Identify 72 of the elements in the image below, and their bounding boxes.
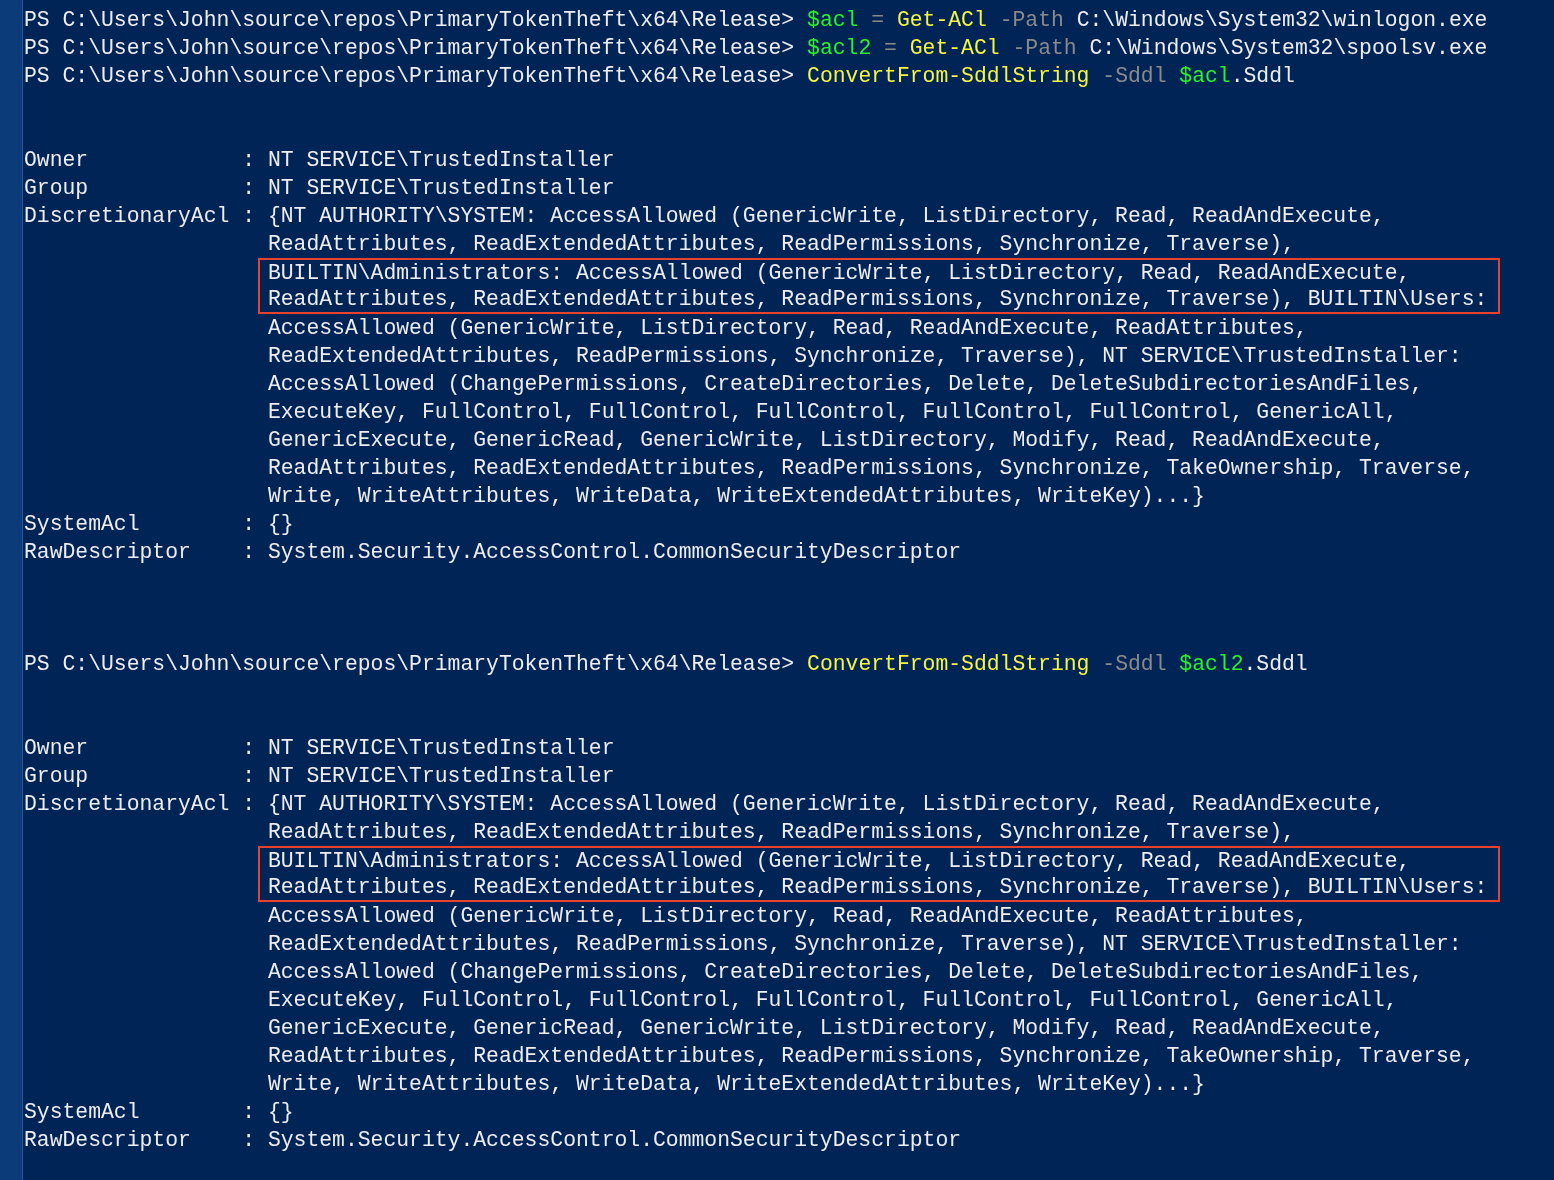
operator-token: =: [871, 8, 885, 32]
separator-text: :: [242, 791, 257, 818]
parameter-token: -Sddl: [1102, 64, 1167, 88]
property-value: ExecuteKey, FullControl, FullControl, FullControl, FullControl, FullControl, GenericAll,: [267, 987, 1399, 1014]
prompt-text: PS C:\Users\John\source\repos\PrimaryTokenTheft\x64\Release>: [24, 64, 795, 88]
property-value: AccessAllowed (ChangePermissions, CreateDirectories, Delete, DeleteSubdirectoriesAndFiles,: [267, 371, 1425, 398]
property-value: AccessAllowed (GenericWrite, ListDirectory, Read, ReadAndExecute, ReadAttributes,: [267, 315, 1309, 342]
variable-token: $acl: [807, 8, 859, 32]
property-value: AccessAllowed (GenericWrite, ListDirectory, Read, ReadAndExecute, ReadAttributes,: [267, 903, 1309, 930]
highlighted-value: BUILTIN\Administrators: AccessAllowed (GenericWrite, ListDirectory, Read, ReadAndExecute,: [257, 258, 1501, 286]
property-value: ExecuteKey, FullControl, FullControl, FullControl, FullControl, FullControl, GenericAll,: [267, 399, 1399, 426]
property-value: {}: [267, 511, 295, 538]
prompt-text: PS C:\Users\John\source\repos\PrimaryTokenTheft\x64\Release>: [24, 652, 795, 676]
parameter-token: -Path: [1012, 36, 1077, 60]
property-value: NT SERVICE\TrustedInstaller: [267, 175, 616, 202]
member-token: .Sddl: [1243, 652, 1308, 676]
separator-text: :: [242, 511, 257, 538]
cmdlet-token: Get-ACl: [909, 36, 1000, 60]
highlighted-value: ReadAttributes, ReadExtendedAttributes, ReadPermissions, Synchronize, Traverse), BUILTIN\Users:: [257, 286, 1501, 314]
property-value: NT SERVICE\TrustedInstaller: [267, 763, 616, 790]
argument-token: C:\Windows\System32\spoolsv.exe: [1089, 36, 1488, 60]
property-name: RawDescriptor: [24, 539, 192, 566]
prompt-text: PS C:\Users\John\source\repos\PrimaryTokenTheft\x64\Release>: [24, 36, 795, 60]
prompt-text: PS C:\Users\John\source\repos\PrimaryTokenTheft\x64\Release>: [24, 8, 795, 32]
cmdlet-token: Get-ACl: [896, 8, 987, 32]
separator-text: :: [242, 539, 257, 566]
property-name: Group: [24, 175, 90, 202]
property-name: SystemAcl: [24, 511, 141, 538]
property-name: SystemAcl: [24, 1099, 141, 1126]
property-value: ReadAttributes, ReadExtendedAttributes, ReadPermissions, Synchronize, Traverse),: [267, 819, 1296, 846]
property-value: GenericExecute, GenericRead, GenericWrite, ListDirectory, Modify, Read, ReadAndExecute,: [267, 1015, 1386, 1042]
separator-text: :: [242, 147, 257, 174]
property-value: Write, WriteAttributes, WriteData, WriteExtendedAttributes, WriteKey)...}: [267, 1071, 1206, 1098]
property-value: NT SERVICE\TrustedInstaller: [267, 147, 616, 174]
member-token: .Sddl: [1230, 64, 1295, 88]
property-value: NT SERVICE\TrustedInstaller: [267, 735, 616, 762]
separator-text: :: [242, 1127, 257, 1154]
property-value: ReadAttributes, ReadExtendedAttributes, ReadPermissions, Synchronize, TakeOwnership, Traverse,: [267, 1043, 1476, 1070]
cmdlet-token: ConvertFrom-SddlString: [807, 64, 1090, 88]
property-name: Owner: [24, 147, 90, 174]
property-name: DiscretionaryAcl: [24, 791, 231, 818]
property-name: Owner: [24, 735, 90, 762]
property-value: {}: [267, 1099, 295, 1126]
separator-text: :: [242, 735, 257, 762]
argument-token: C:\Windows\System32\winlogon.exe: [1076, 8, 1488, 32]
separator-text: :: [242, 203, 257, 230]
property-value: ReadAttributes, ReadExtendedAttributes, ReadPermissions, Synchronize, Traverse),: [267, 231, 1296, 258]
property-value: ReadExtendedAttributes, ReadPermissions, Synchronize, Traverse), NT SERVICE\TrustedInstaller:: [267, 931, 1463, 958]
property-name: RawDescriptor: [24, 1127, 192, 1154]
parameter-token: -Path: [999, 8, 1064, 32]
variable-token: $acl2: [807, 36, 872, 60]
property-value: Write, WriteAttributes, WriteData, WriteExtendedAttributes, WriteKey)...}: [267, 483, 1206, 510]
separator-text: :: [242, 175, 257, 202]
property-value: {NT AUTHORITY\SYSTEM: AccessAllowed (GenericWrite, ListDirectory, Read, ReadAndExecute,: [267, 203, 1386, 230]
cmdlet-token: ConvertFrom-SddlString: [807, 652, 1090, 676]
property-name: DiscretionaryAcl: [24, 203, 231, 230]
highlighted-value: ReadAttributes, ReadExtendedAttributes, ReadPermissions, Synchronize, Traverse), BUILTIN\Users:: [257, 874, 1501, 902]
property-value: {NT AUTHORITY\SYSTEM: AccessAllowed (GenericWrite, ListDirectory, Read, ReadAndExecute,: [267, 791, 1386, 818]
property-value: AccessAllowed (ChangePermissions, CreateDirectories, Delete, DeleteSubdirectoriesAndFiles,: [267, 959, 1425, 986]
highlighted-value: BUILTIN\Administrators: AccessAllowed (GenericWrite, ListDirectory, Read, ReadAndExecute,: [257, 846, 1501, 874]
property-value: ReadExtendedAttributes, ReadPermissions, Synchronize, Traverse), NT SERVICE\TrustedInstaller:: [267, 343, 1463, 370]
property-value: System.Security.AccessControl.CommonSecurityDescriptor: [267, 539, 963, 566]
operator-token: =: [884, 36, 897, 60]
property-name: Group: [24, 763, 90, 790]
separator-text: :: [242, 763, 257, 790]
parameter-token: -Sddl: [1102, 652, 1167, 676]
property-value: GenericExecute, GenericRead, GenericWrite, ListDirectory, Modify, Read, ReadAndExecute,: [267, 427, 1386, 454]
property-value: System.Security.AccessControl.CommonSecurityDescriptor: [267, 1127, 963, 1154]
separator-text: :: [242, 1099, 257, 1126]
variable-token: $acl: [1179, 64, 1231, 88]
property-value: ReadAttributes, ReadExtendedAttributes, ReadPermissions, Synchronize, TakeOwnership, Traverse,: [267, 455, 1476, 482]
variable-token: $acl2: [1179, 652, 1244, 676]
